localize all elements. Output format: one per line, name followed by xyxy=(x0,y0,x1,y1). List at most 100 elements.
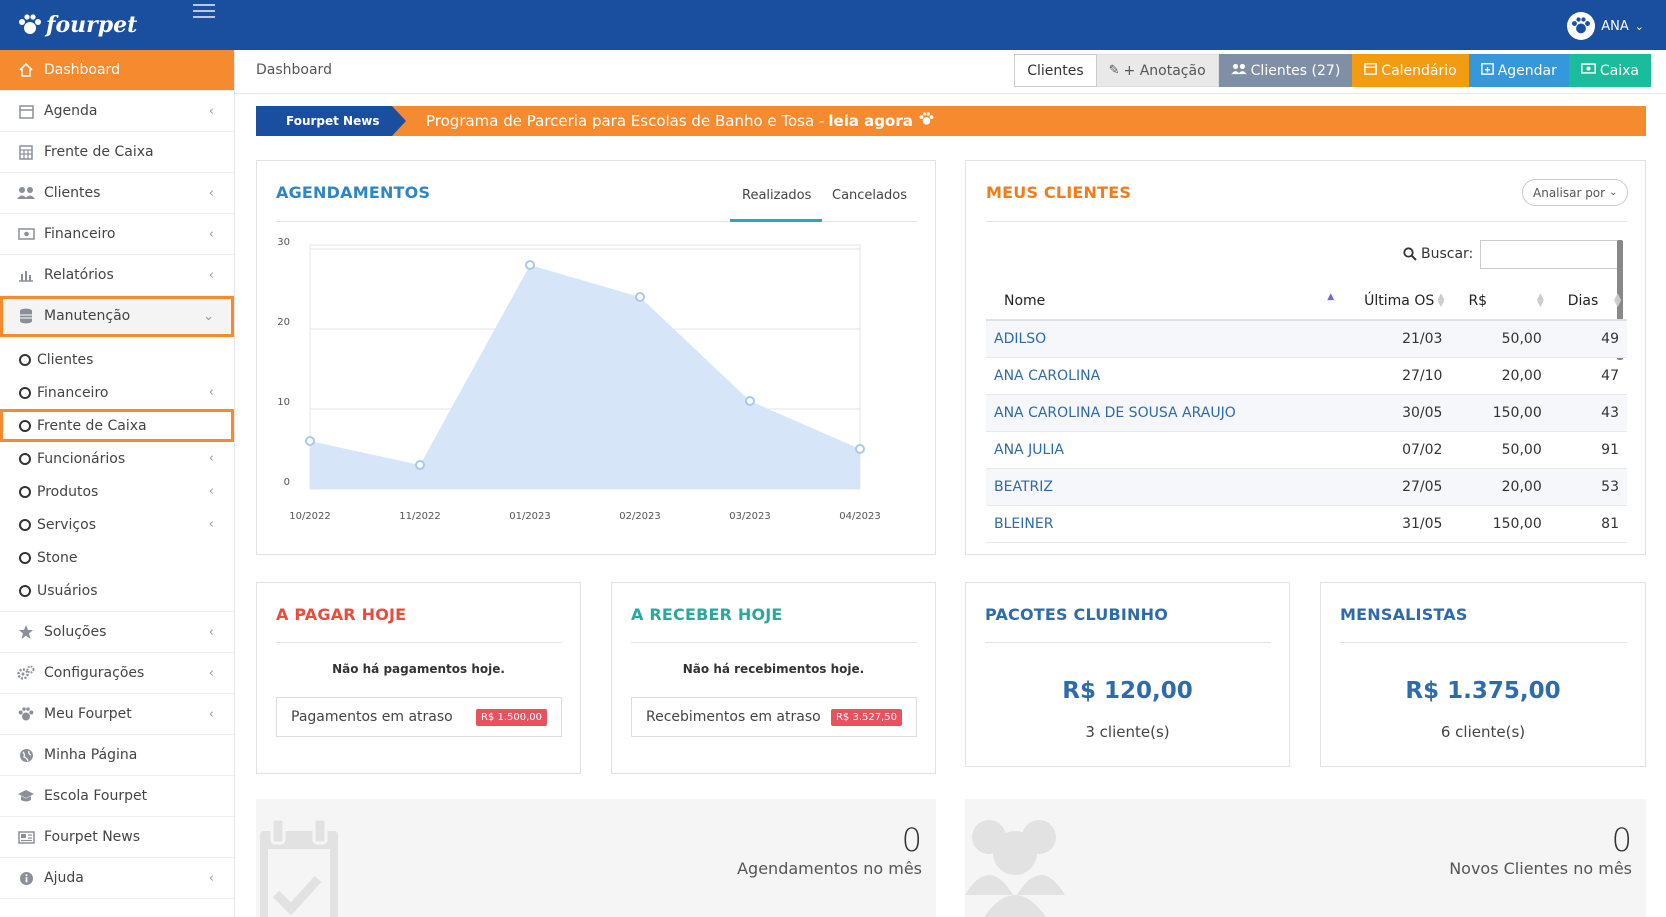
sidebar-item-manutencao[interactable]: Manutenção ⌄ xyxy=(0,296,234,337)
submenu-item-clientes[interactable]: Clientes xyxy=(0,343,234,376)
chevron-left-icon: ‹ xyxy=(208,103,214,119)
logo[interactable]: fourpet xyxy=(18,10,137,40)
chevron-left-icon: ‹ xyxy=(208,226,214,242)
data-point xyxy=(855,444,865,454)
table-row[interactable]: ANA JULIA 07/02 50,00 91 xyxy=(986,431,1627,469)
home-icon xyxy=(17,61,35,79)
calendario-button[interactable]: Calendário xyxy=(1352,54,1469,87)
data-point xyxy=(635,292,645,302)
cell-nome[interactable]: ANA CAROLINA xyxy=(986,357,1341,395)
circle-icon xyxy=(19,485,31,498)
gears-icon xyxy=(17,664,35,682)
sort-icon: ▲ ▼ xyxy=(1437,292,1445,309)
column-header-ultima-os[interactable]: Última OS ▲ ▼ xyxy=(1340,282,1451,321)
a-pagar-hoje-panel: A PAGAR HOJE Não há pagamentos hoje. Pag… xyxy=(256,582,581,774)
x-tick-label: 03/2023 xyxy=(729,511,771,522)
column-header-dias[interactable]: Dias ▲ ▼ xyxy=(1549,282,1627,321)
chevron-left-icon: ‹ xyxy=(208,185,214,201)
clientes-button[interactable]: Clientes xyxy=(1014,54,1097,87)
paw-icon xyxy=(1567,12,1596,40)
paw-icon xyxy=(919,112,934,130)
recebimentos-em-atraso[interactable]: Recebimentos em atraso R$ 3.527,50 xyxy=(631,697,917,737)
column-header-valor[interactable]: R$ ▲ ▼ xyxy=(1450,282,1550,321)
cell-nome[interactable]: ANA JULIA xyxy=(986,431,1341,469)
agendamentos-chart: 0 10 20 30 10/2022 11/2022 01/2023 02/2023 03/20… xyxy=(277,237,881,522)
sidebar-item-minha-pagina[interactable]: Minha Página xyxy=(0,735,234,776)
button-label: Calendário xyxy=(1381,62,1457,79)
cell-ultima-os: 21/03 xyxy=(1340,320,1451,358)
sidebar: Dashboard Agenda ‹ Frente de Caixa Clien… xyxy=(0,50,235,917)
menu-toggle-icon[interactable] xyxy=(193,4,215,20)
clientes-table: Nome ▲ Última OS ▲ ▼ R$ ▲ ▼ Dias ▲ ▼ ADILSO 21/… xyxy=(986,282,1627,543)
sidebar-item-solucoes[interactable]: Soluções ‹ xyxy=(0,612,234,653)
agendamentos-mes-stat: 0 Agendamentos no mês xyxy=(256,799,936,917)
submenu-item-frente-de-caixa[interactable]: Frente de Caixa xyxy=(0,409,234,442)
search-input[interactable] xyxy=(1480,240,1620,269)
cell-dias: 43 xyxy=(1549,394,1627,432)
button-label: Clientes xyxy=(1027,62,1084,79)
user-menu[interactable]: ANA ⌄ xyxy=(1567,12,1644,40)
cell-nome[interactable]: BLEINER xyxy=(986,505,1341,543)
panel-title: PACOTES CLUBINHO xyxy=(985,605,1169,624)
paw-icon xyxy=(17,705,35,723)
x-tick-label: 11/2022 xyxy=(399,511,441,522)
y-tick-label: 0 xyxy=(284,477,290,488)
news-label: Fourpet News xyxy=(256,106,392,136)
chevron-left-icon: ‹ xyxy=(208,624,214,640)
cell-valor: 20,00 xyxy=(1450,357,1550,395)
sort-icon: ▲ ▼ xyxy=(1614,292,1621,309)
table-row[interactable]: ANA CAROLINA 27/10 20,00 47 xyxy=(986,357,1627,395)
submenu-item-stone[interactable]: Stone xyxy=(0,541,234,574)
cell-ultima-os: 27/10 xyxy=(1340,357,1451,395)
sidebar-item-escola-fourpet[interactable]: Escola Fourpet xyxy=(0,776,234,817)
submenu-item-usuarios[interactable]: Usuários xyxy=(0,574,234,607)
data-point xyxy=(415,460,425,470)
sidebar-item-configuracoes[interactable]: Configurações ‹ xyxy=(0,653,234,694)
submenu-item-produtos[interactable]: Produtos ‹ xyxy=(0,475,234,508)
sidebar-item-meu-fourpet[interactable]: Meu Fourpet ‹ xyxy=(0,694,234,735)
chevron-left-icon: ‹ xyxy=(208,484,214,499)
submenu-item-financeiro[interactable]: Financeiro ‹ xyxy=(0,376,234,409)
table-row[interactable]: BEATRIZ 27/05 20,00 53 xyxy=(986,468,1627,506)
data-point xyxy=(745,396,755,406)
sidebar-item-label: Financeiro xyxy=(44,226,116,242)
anotacao-button[interactable]: ✎ + Anotação xyxy=(1096,54,1219,87)
calendar-icon xyxy=(17,102,35,120)
meus-clientes-panel: MEUS CLIENTES Analisar por ⌄ Buscar: Nom… xyxy=(965,160,1646,555)
sidebar-item-frente-de-caixa[interactable]: Frente de Caixa xyxy=(0,132,234,173)
sidebar-item-clientes[interactable]: Clientes ‹ xyxy=(0,173,234,214)
logo-text: fourpet xyxy=(46,12,138,38)
news-link[interactable]: Programa de Parceria para Escolas de Ban… xyxy=(426,106,934,136)
x-tick-label: 01/2023 xyxy=(509,511,551,522)
caixa-button[interactable]: Caixa xyxy=(1568,54,1651,87)
table-row[interactable]: ADILSO 21/03 50,00 49 xyxy=(986,320,1627,358)
cell-nome[interactable]: ADILSO xyxy=(986,320,1341,358)
submenu-item-funcionarios[interactable]: Funcionários ‹ xyxy=(0,442,234,475)
submenu-item-label: Stone xyxy=(37,549,78,566)
column-header-nome[interactable]: Nome ▲ xyxy=(986,282,1341,321)
sidebar-item-dashboard[interactable]: Dashboard xyxy=(0,50,234,91)
chevron-down-icon: ⌄ xyxy=(1634,19,1644,33)
cell-nome[interactable]: BEATRIZ xyxy=(986,468,1341,506)
sidebar-item-label: Ajuda xyxy=(44,870,84,886)
cell-ultima-os: 27/05 xyxy=(1340,468,1451,506)
pagamentos-em-atraso[interactable]: Pagamentos em atraso R$ 1.500,00 xyxy=(276,697,562,737)
sidebar-item-ajuda[interactable]: Ajuda ‹ xyxy=(0,858,234,899)
money-icon xyxy=(17,225,35,243)
sidebar-item-agenda[interactable]: Agenda ‹ xyxy=(0,91,234,132)
table-row[interactable]: ANA CAROLINA DE SOUSA ARAUJO 30/05 150,0… xyxy=(986,394,1627,432)
submenu-item-servicos[interactable]: Serviços ‹ xyxy=(0,508,234,541)
analisar-por-dropdown[interactable]: Analisar por ⌄ xyxy=(1522,179,1629,206)
sidebar-item-financeiro[interactable]: Financeiro ‹ xyxy=(0,214,234,255)
late-label: Pagamentos em atraso xyxy=(291,709,453,725)
table-row[interactable]: BLEINER 31/05 150,00 81 xyxy=(986,505,1627,543)
y-tick-label: 10 xyxy=(277,397,290,408)
clientes-count-button[interactable]: Clientes (27) xyxy=(1218,54,1353,87)
button-label: + Anotação xyxy=(1123,62,1206,79)
cell-nome[interactable]: ANA CAROLINA DE SOUSA ARAUJO xyxy=(986,394,1341,432)
agendar-button[interactable]: Agendar xyxy=(1468,54,1569,87)
sidebar-item-relatorios[interactable]: Relatórios ‹ xyxy=(0,255,234,296)
sidebar-item-fourpet-news[interactable]: Fourpet News xyxy=(0,817,234,858)
cell-ultima-os: 31/05 xyxy=(1340,505,1451,543)
globe-icon xyxy=(17,746,35,764)
